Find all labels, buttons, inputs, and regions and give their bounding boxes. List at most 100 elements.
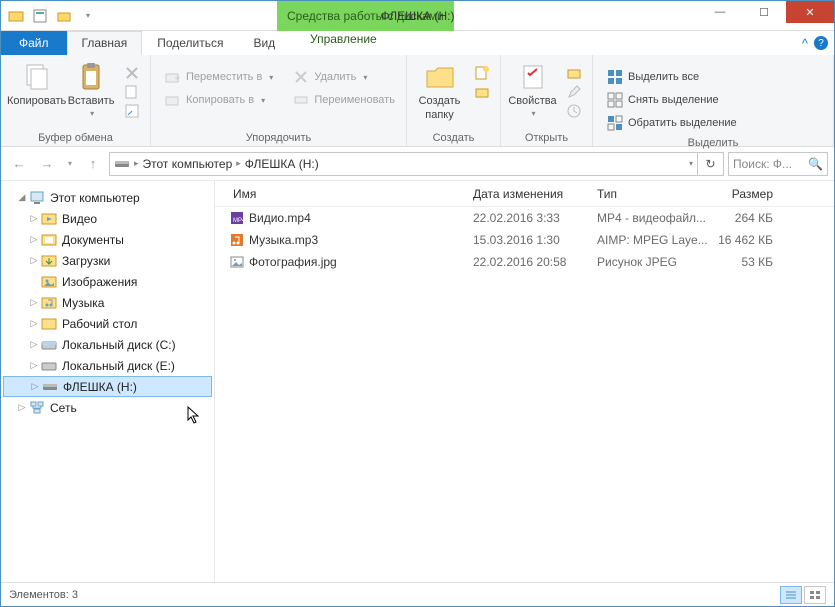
tree-flash-h[interactable]: ▷ФЛЕШКА (H:) bbox=[3, 376, 212, 397]
disk-icon bbox=[41, 358, 57, 374]
group-new-label: Создать bbox=[407, 132, 500, 146]
file-row[interactable]: Фотография.jpg 22.02.2016 20:58 Рисунок … bbox=[215, 251, 834, 273]
move-to-button[interactable]: Переместить в bbox=[165, 67, 273, 87]
tree-network[interactable]: ▷Сеть bbox=[3, 397, 212, 418]
tab-manage[interactable]: Управление bbox=[277, 31, 410, 47]
view-switch bbox=[780, 586, 826, 604]
svg-text:MP4: MP4 bbox=[233, 218, 245, 224]
paste-button[interactable]: Вставить bbox=[66, 59, 116, 118]
group-organize-label: Упорядочить bbox=[151, 132, 406, 146]
new-folder-button[interactable]: Создать папку bbox=[413, 59, 466, 121]
drive-icon bbox=[114, 158, 130, 170]
tree-music[interactable]: ▷Музыка bbox=[3, 292, 212, 313]
pictures-icon bbox=[41, 274, 57, 290]
properties-button[interactable]: Свойства bbox=[507, 59, 558, 118]
qat-dropdown-icon[interactable]: ▾ bbox=[77, 5, 99, 27]
tree-desktop[interactable]: ▷Рабочий стол bbox=[3, 313, 212, 334]
select-all-button[interactable]: Выделить все bbox=[607, 67, 737, 87]
computer-icon bbox=[29, 190, 45, 206]
copypath-icon[interactable] bbox=[124, 84, 140, 100]
paste-icon bbox=[75, 61, 107, 93]
file-row[interactable]: MP4 Видио.mp4 22.02.2016 3:33 MP4 - виде… bbox=[215, 207, 834, 229]
address-bar[interactable]: ▸Этот компьютер ▸ФЛЕШКА (H:) ▾ bbox=[109, 152, 698, 176]
paste-shortcut-icon[interactable] bbox=[124, 103, 140, 119]
explorer-icon bbox=[5, 5, 27, 27]
tree-documents[interactable]: ▷Документы bbox=[3, 229, 212, 250]
ribbon-tabs: Файл Главная Поделиться Вид Управление ^… bbox=[1, 31, 834, 55]
contextual-tab-header: Средства работы с дисками bbox=[277, 1, 454, 31]
tree-downloads[interactable]: ▷Загрузки bbox=[3, 250, 212, 271]
group-clipboard-label: Буфер обмена bbox=[1, 132, 150, 146]
usb-drive-icon bbox=[42, 379, 58, 395]
nav-tree: ◢Этот компьютер ▷Видео ▷Документы ▷Загру… bbox=[1, 181, 215, 582]
file-list: Имя Дата изменения Тип Размер MP4 Видио.… bbox=[215, 181, 834, 582]
tab-share[interactable]: Поделиться bbox=[142, 31, 238, 55]
qat-properties-icon[interactable] bbox=[29, 5, 51, 27]
tree-disk-e[interactable]: ▷Локальный диск (E:) bbox=[3, 355, 212, 376]
rename-button[interactable]: Переименовать bbox=[293, 90, 395, 110]
minimize-button[interactable]: — bbox=[698, 1, 742, 23]
titlebar: ▾ Средства работы с дисками ФЛЕШКА (H:) … bbox=[1, 1, 834, 31]
copyto-icon bbox=[165, 92, 181, 108]
item-count: Элементов: 3 bbox=[9, 589, 78, 601]
maximize-button[interactable]: ☐ bbox=[742, 1, 786, 23]
history-icon[interactable] bbox=[566, 103, 582, 119]
select-all-icon bbox=[607, 69, 623, 85]
icons-view-button[interactable] bbox=[804, 586, 826, 604]
refresh-button[interactable]: ↻ bbox=[698, 152, 724, 176]
forward-button[interactable]: → bbox=[35, 152, 59, 176]
delete-button[interactable]: Удалить bbox=[293, 67, 395, 87]
copy-to-button[interactable]: Копировать в bbox=[165, 90, 273, 110]
select-none-button[interactable]: Снять выделение bbox=[607, 90, 737, 110]
group-open-label: Открыть bbox=[501, 132, 592, 146]
up-button[interactable]: ↑ bbox=[81, 152, 105, 176]
video-file-icon: MP4 bbox=[229, 210, 245, 226]
back-button[interactable]: ← bbox=[7, 152, 31, 176]
copy-button[interactable]: Копировать bbox=[7, 59, 66, 107]
col-type[interactable]: Тип bbox=[597, 187, 717, 201]
address-row: ← → ▾ ↑ ▸Этот компьютер ▸ФЛЕШКА (H:) ▾ ↻… bbox=[1, 147, 834, 181]
group-new: Создать папку Создать bbox=[407, 55, 501, 146]
move-icon bbox=[165, 69, 181, 85]
status-bar: Элементов: 3 bbox=[1, 582, 834, 606]
recent-dropdown[interactable]: ▾ bbox=[63, 152, 77, 176]
delete-icon bbox=[293, 69, 309, 85]
group-clipboard: Копировать Вставить Буфер обмена bbox=[1, 55, 151, 146]
videos-icon bbox=[41, 211, 57, 227]
open-icon[interactable] bbox=[566, 65, 582, 81]
cut-icon[interactable] bbox=[124, 65, 140, 81]
edit-icon[interactable] bbox=[566, 84, 582, 100]
tree-pictures[interactable]: Изображения bbox=[3, 271, 212, 292]
close-button[interactable]: ✕ bbox=[786, 1, 834, 23]
details-view-button[interactable] bbox=[780, 586, 802, 604]
help-icon[interactable]: ? bbox=[814, 36, 828, 50]
col-size[interactable]: Размер bbox=[717, 187, 783, 201]
col-date[interactable]: Дата изменения bbox=[473, 187, 597, 201]
file-row[interactable]: Музыка.mp3 15.03.2016 1:30 AIMP: MPEG La… bbox=[215, 229, 834, 251]
tree-videos[interactable]: ▷Видео bbox=[3, 208, 212, 229]
search-input[interactable]: Поиск: Ф... 🔍 bbox=[728, 152, 828, 176]
paste-label: Вставить bbox=[68, 95, 115, 107]
tree-disk-c[interactable]: ▷Локальный диск (C:) bbox=[3, 334, 212, 355]
ribbon-collapse-icon[interactable]: ^ bbox=[802, 36, 808, 51]
col-name[interactable]: Имя bbox=[215, 187, 473, 201]
network-icon bbox=[29, 400, 45, 416]
copy-label: Копировать bbox=[7, 95, 66, 107]
search-placeholder: Поиск: Ф... bbox=[733, 157, 804, 171]
properties-icon bbox=[517, 61, 549, 93]
tab-file[interactable]: Файл bbox=[1, 31, 67, 55]
group-select: Выделить все Снять выделение Обратить вы… bbox=[593, 55, 834, 146]
easy-access-icon[interactable] bbox=[474, 84, 490, 100]
quick-access-toolbar: ▾ bbox=[1, 5, 99, 27]
documents-icon bbox=[41, 232, 57, 248]
tab-home[interactable]: Главная bbox=[67, 31, 143, 55]
new-item-icon[interactable] bbox=[474, 65, 490, 81]
select-invert-button[interactable]: Обратить выделение bbox=[607, 113, 737, 133]
tree-this-pc[interactable]: ◢Этот компьютер bbox=[3, 187, 212, 208]
qat-newfolder-icon[interactable] bbox=[53, 5, 75, 27]
window-controls: — ☐ ✕ bbox=[698, 1, 834, 23]
crumb-leaf[interactable]: ФЛЕШКА (H:) bbox=[245, 157, 319, 171]
rename-icon bbox=[293, 92, 309, 108]
content-area: ◢Этот компьютер ▷Видео ▷Документы ▷Загру… bbox=[1, 181, 834, 582]
crumb-root[interactable]: Этот компьютер bbox=[143, 157, 233, 171]
